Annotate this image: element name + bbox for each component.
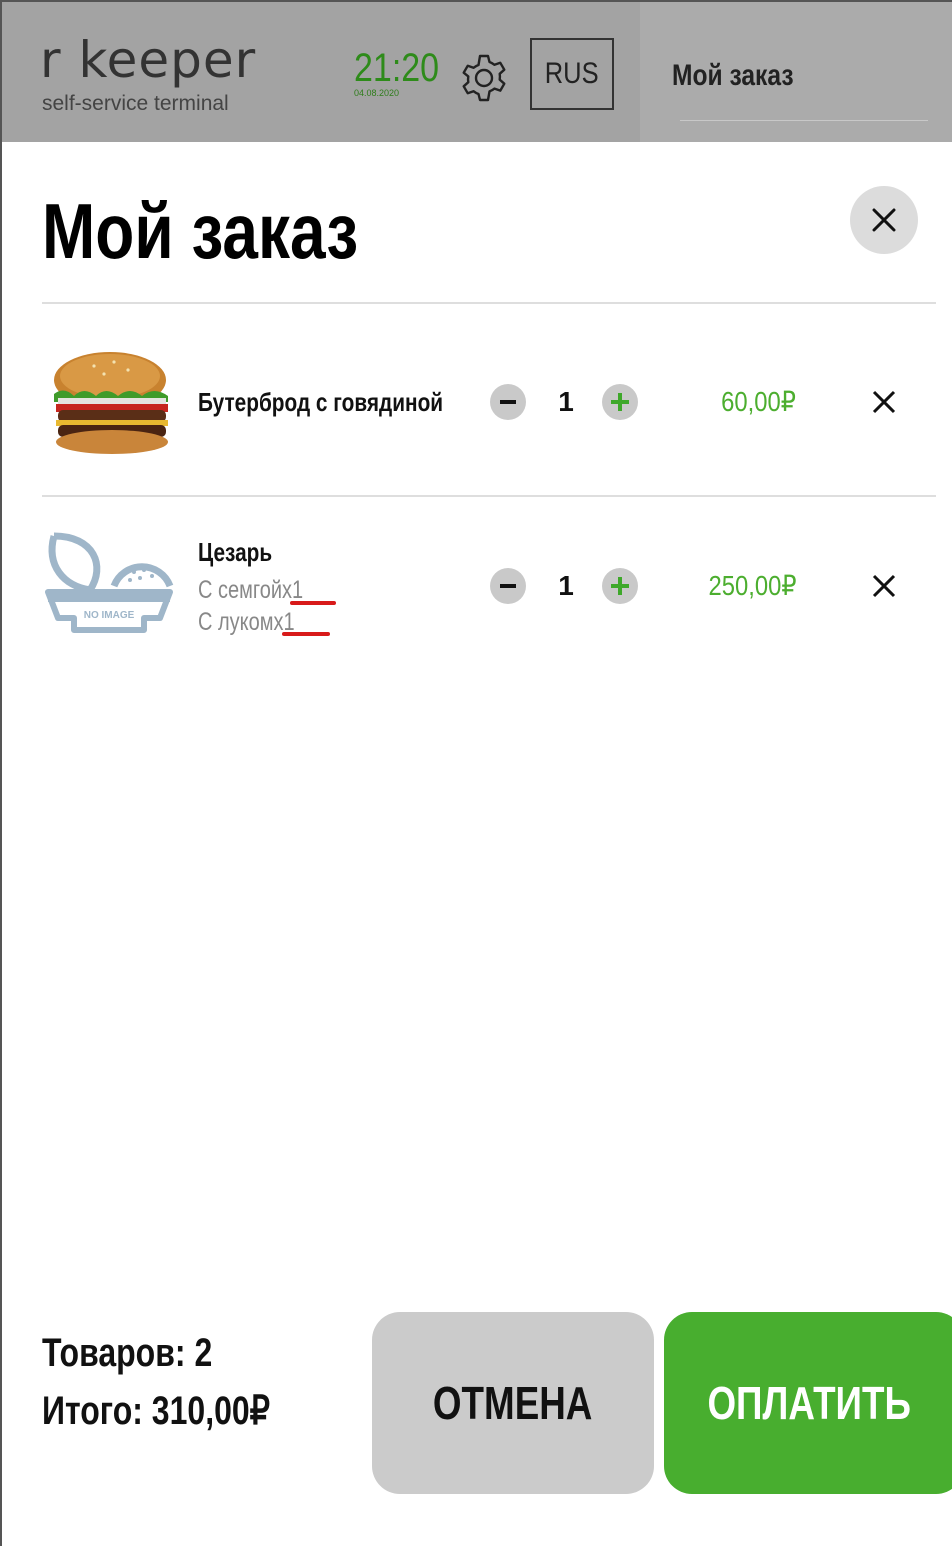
decrease-quantity-button[interactable] <box>490 384 526 420</box>
item-price: 60,00₽ <box>721 386 796 417</box>
item-quantity: 1 <box>558 570 574 601</box>
logo-subtitle: self-service terminal <box>42 92 229 115</box>
top-bar-left: r keeper self-service terminal 21:20 04.… <box>2 2 640 142</box>
close-icon <box>872 390 896 414</box>
page-title: Мой заказ <box>42 187 359 275</box>
order-summary: Товаров: 2 Итого: 310,00₽ <box>42 1324 327 1440</box>
modifier-name: С луком <box>198 608 274 636</box>
items-count: Товаров: 2 <box>42 1331 213 1375</box>
decrease-quantity-button[interactable] <box>490 568 526 604</box>
close-icon <box>872 208 896 232</box>
top-bar: r keeper self-service terminal 21:20 04.… <box>2 2 952 142</box>
item-price: 250,00₽ <box>708 570 796 601</box>
pay-button[interactable]: ОПЛАТИТЬ <box>664 1312 952 1494</box>
panel-title: Мой заказ <box>672 59 794 92</box>
svg-text:NO IMAGE: NO IMAGE <box>84 610 135 621</box>
gear-icon[interactable] <box>458 52 510 104</box>
divider <box>42 495 936 497</box>
minus-icon <box>500 400 516 404</box>
remove-item-button[interactable] <box>866 568 902 604</box>
date: 04.08.2020 <box>354 88 400 98</box>
language-label: RUS <box>545 57 599 90</box>
burger-image <box>54 352 168 454</box>
panel-divider <box>680 120 928 121</box>
pay-label: ОПЛАТИТЬ <box>707 1377 911 1429</box>
increase-quantity-button[interactable] <box>602 568 638 604</box>
remove-item-button[interactable] <box>866 384 902 420</box>
item-name: Цезарь <box>198 537 273 567</box>
item-modifier: С семгойx1 <box>198 576 329 604</box>
close-order-button[interactable] <box>850 186 918 254</box>
no-image-placeholder: NO IMAGE <box>45 532 174 633</box>
order-total: Итого: 310,00₽ <box>42 1389 271 1433</box>
cancel-label: ОТМЕНА <box>433 1377 593 1429</box>
cancel-button[interactable]: ОТМЕНА <box>372 1312 654 1494</box>
plus-icon <box>611 577 629 595</box>
increase-quantity-button[interactable] <box>602 384 638 420</box>
clock: 21:20 <box>354 46 440 90</box>
kiosk-screen: r keeper self-service terminal 21:20 04.… <box>0 0 952 1546</box>
logo: r keeper <box>40 31 257 89</box>
highlight-underline <box>282 632 330 636</box>
divider <box>42 302 936 304</box>
item-quantity: 1 <box>558 386 574 417</box>
minus-icon <box>500 584 516 588</box>
language-button[interactable]: RUS <box>530 38 614 110</box>
modifier-count: x1 <box>282 576 304 604</box>
plus-icon <box>611 393 629 411</box>
item-name: Бутерброд с говядиной <box>198 387 444 417</box>
close-icon <box>872 574 896 598</box>
highlight-underline <box>290 601 336 605</box>
modifier-name: С семгой <box>198 576 283 604</box>
